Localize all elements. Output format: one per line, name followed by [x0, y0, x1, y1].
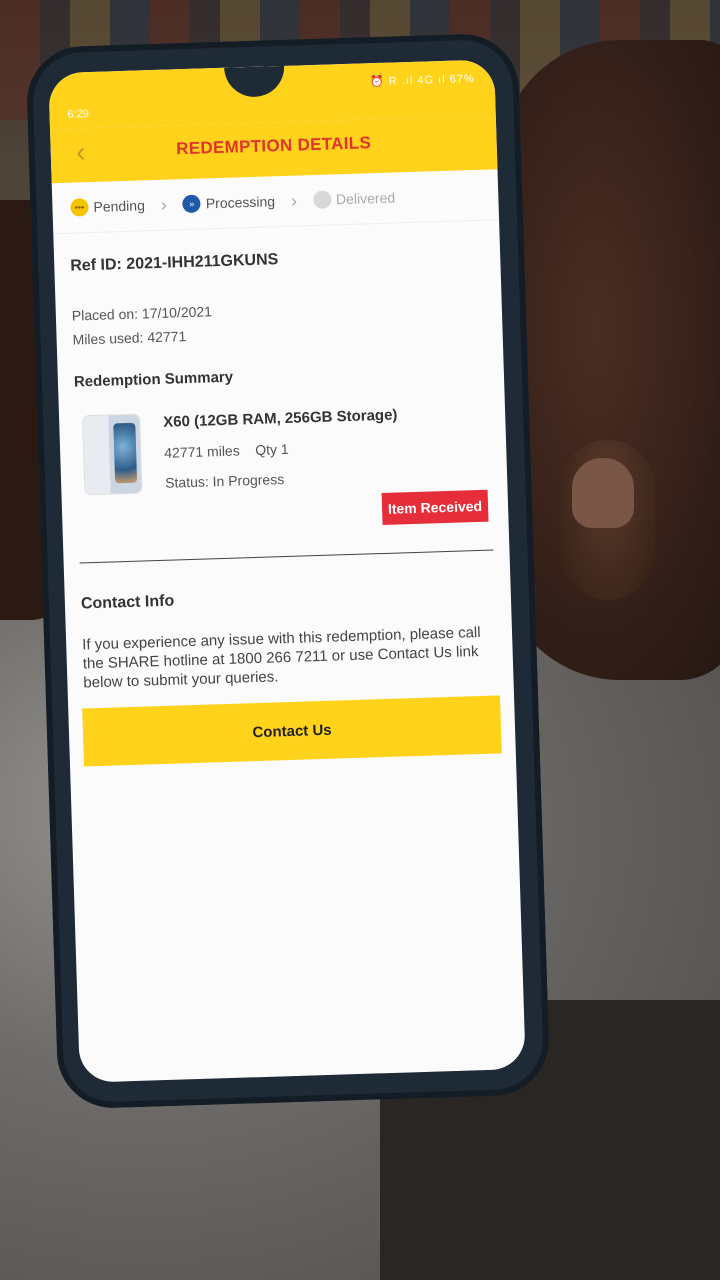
step-label: Processing — [205, 193, 276, 212]
product-name: X60 (12GB RAM, 256GB Storage) — [163, 406, 398, 431]
item-received-button[interactable]: Item Received — [381, 489, 489, 526]
product-status: Status: In Progress — [164, 471, 285, 491]
status-time: 6:29 — [67, 108, 90, 121]
step-pending: ••• Pending — [70, 196, 146, 217]
product-image — [83, 414, 142, 495]
ellipsis-icon: ••• — [70, 198, 89, 217]
chevron-right-icon: › — [290, 190, 298, 211]
double-chevron-icon: » — [182, 194, 202, 214]
product-miles: 42771 miles — [163, 442, 240, 461]
circle-icon — [312, 190, 332, 210]
step-label: Pending — [93, 197, 146, 215]
contact-title: Contact Info — [80, 592, 175, 613]
contact-text: If you experience any issue with this re… — [81, 623, 481, 692]
summary-title: Redemption Summary — [73, 368, 234, 391]
phone-screen: 6:29 ⏰ R .ıl 4G ıl 67% ‹ REDEMPTION DETA… — [48, 59, 526, 1083]
thumbnail — [572, 458, 634, 528]
product-miles-qty: 42771 miles Qty 1 — [163, 437, 399, 461]
contact-us-button[interactable]: Contact Us — [82, 695, 502, 767]
ref-id: Ref ID: 2021-IHH211GKUNS — [70, 251, 279, 275]
camera-notch — [224, 65, 286, 98]
status-icons: ⏰ R .ıl 4G ıl 67% — [369, 72, 475, 89]
phone-device: 6:29 ⏰ R .ıl 4G ıl 67% ‹ REDEMPTION DETA… — [25, 32, 551, 1110]
details-content: Ref ID: 2021-IHH211GKUNS Placed on: 17/1… — [53, 220, 516, 781]
chevron-right-icon: › — [160, 194, 168, 215]
step-label: Delivered — [335, 189, 396, 208]
page-title: REDEMPTION DETAILS — [175, 133, 372, 159]
product-qty: Qty 1 — [254, 440, 289, 458]
step-delivered: Delivered — [312, 188, 396, 210]
step-processing: » Processing — [182, 192, 276, 214]
product-card: X60 (12GB RAM, 256GB Storage) 42771 mile… — [75, 404, 493, 557]
product-info: X60 (12GB RAM, 256GB Storage) 42771 mile… — [163, 406, 402, 553]
